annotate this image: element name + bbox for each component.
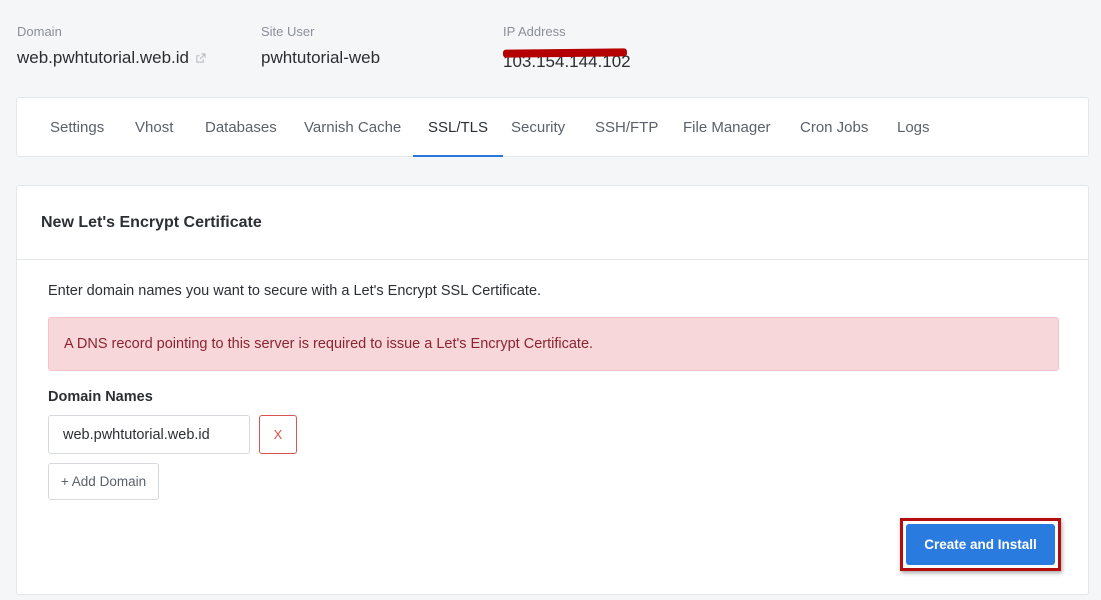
domain-names-label: Domain Names bbox=[48, 389, 153, 405]
ip-address-label: IP Address bbox=[503, 24, 566, 39]
site-user-info: Site User pwhtutorial-web bbox=[261, 24, 380, 68]
add-domain-button[interactable]: + Add Domain bbox=[48, 463, 159, 500]
tab-cron-jobs[interactable]: Cron Jobs bbox=[800, 98, 868, 157]
create-and-install-button[interactable]: Create and Install bbox=[906, 524, 1055, 565]
tab-ssl-tls[interactable]: SSL/TLS bbox=[412, 98, 504, 157]
tab-security[interactable]: Security bbox=[511, 98, 565, 157]
external-link-icon[interactable] bbox=[195, 53, 206, 64]
lets-encrypt-card: New Let's Encrypt Certificate Enter doma… bbox=[16, 185, 1089, 595]
domain-value[interactable]: web.pwhtutorial.web.id bbox=[17, 48, 206, 68]
site-user-value: pwhtutorial-web bbox=[261, 48, 381, 67]
remove-domain-button[interactable]: X bbox=[259, 415, 297, 454]
domain-label: Domain bbox=[17, 24, 62, 39]
tab-logs[interactable]: Logs bbox=[897, 98, 930, 157]
tab-ssh-ftp[interactable]: SSH/FTP bbox=[595, 98, 658, 157]
tab-file-manager[interactable]: File Manager bbox=[683, 98, 771, 157]
dns-warning-alert: A DNS record pointing to this server is … bbox=[48, 317, 1059, 371]
alert-text: A DNS record pointing to this server is … bbox=[64, 336, 594, 352]
site-user-label: Site User bbox=[261, 24, 315, 39]
card-header: New Let's Encrypt Certificate bbox=[17, 186, 1088, 260]
card-title: New Let's Encrypt Certificate bbox=[41, 214, 262, 231]
tab-varnish-cache[interactable]: Varnish Cache bbox=[304, 98, 401, 157]
intro-text: Enter domain names you want to secure wi… bbox=[48, 283, 542, 299]
tab-vhost[interactable]: Vhost bbox=[135, 98, 173, 157]
ip-redaction-mark bbox=[502, 48, 628, 58]
tab-settings[interactable]: Settings bbox=[50, 98, 104, 157]
ip-address-info: IP Address 103.154.144.102 bbox=[502, 24, 631, 72]
domain-link[interactable]: web.pwhtutorial.web.id bbox=[17, 48, 189, 67]
highlight-box: Create and Install bbox=[900, 518, 1061, 571]
domain-info: Domain web.pwhtutorial.web.id bbox=[17, 24, 206, 68]
site-tabs: Settings Vhost Databases Varnish Cache S… bbox=[16, 97, 1089, 157]
tab-databases[interactable]: Databases bbox=[205, 98, 277, 157]
domain-name-input[interactable] bbox=[48, 415, 250, 454]
